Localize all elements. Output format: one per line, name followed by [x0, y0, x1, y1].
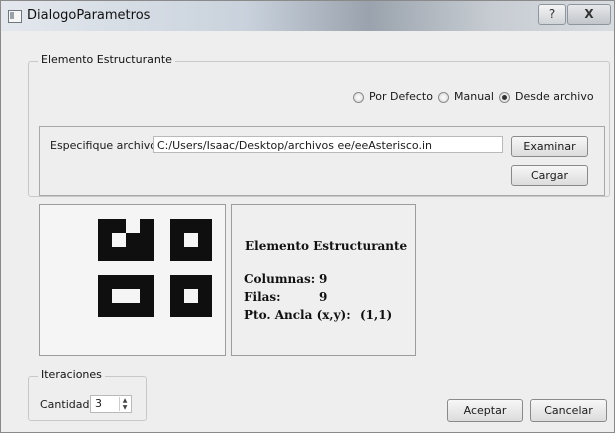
radio-desde-archivo-label[interactable]: Desde archivo: [515, 90, 594, 103]
help-button[interactable]: ?: [538, 4, 566, 25]
browse-button[interactable]: Examinar: [511, 136, 588, 157]
close-button[interactable]: X: [567, 4, 611, 25]
info-panel: Elemento Estructurante Columnas: 9 Filas…: [231, 204, 416, 356]
window-icon: [8, 10, 22, 23]
file-path-input[interactable]: C:/Users/Isaac/Desktop/archivos ee/eeAst…: [153, 136, 503, 153]
window-title: DialogoParametros: [27, 8, 151, 23]
quantity-value[interactable]: 3: [95, 397, 102, 410]
stepper-arrows-icon[interactable]: ▲ ▼: [119, 397, 130, 411]
anchor-label: Pto. Ancla (x,y):: [244, 308, 351, 322]
radio-manual-label[interactable]: Manual: [454, 90, 494, 103]
quantity-label: Cantidad:: [40, 398, 94, 411]
columns-value: 9: [319, 272, 328, 286]
rows-label: Filas:: [244, 290, 281, 304]
radio-por-defecto[interactable]: [353, 92, 364, 103]
anchor-value: (1,1): [360, 308, 393, 322]
file-label: Especifique archivo:: [50, 139, 161, 152]
structuring-element-preview: [39, 204, 226, 356]
radio-desde-archivo[interactable]: [499, 92, 510, 103]
structuring-element-group-title: Elemento Estructurante: [38, 53, 175, 66]
radio-manual[interactable]: [438, 92, 449, 103]
quantity-stepper[interactable]: 3 ▲ ▼: [90, 395, 132, 413]
cancel-button[interactable]: Cancelar: [530, 399, 607, 422]
iterations-group-title: Iteraciones: [38, 368, 105, 381]
info-title: Elemento Estructurante: [245, 239, 408, 253]
title-bar[interactable]: DialogoParametros ? X: [1, 1, 614, 31]
accept-button[interactable]: Aceptar: [447, 399, 523, 422]
load-button[interactable]: Cargar: [511, 165, 588, 186]
columns-label: Columnas:: [244, 272, 316, 286]
dialog-window: DialogoParametros ? X Elemento Estructur…: [0, 0, 615, 433]
radio-por-defecto-label[interactable]: Por Defecto: [369, 90, 433, 103]
rows-value: 9: [319, 290, 328, 304]
